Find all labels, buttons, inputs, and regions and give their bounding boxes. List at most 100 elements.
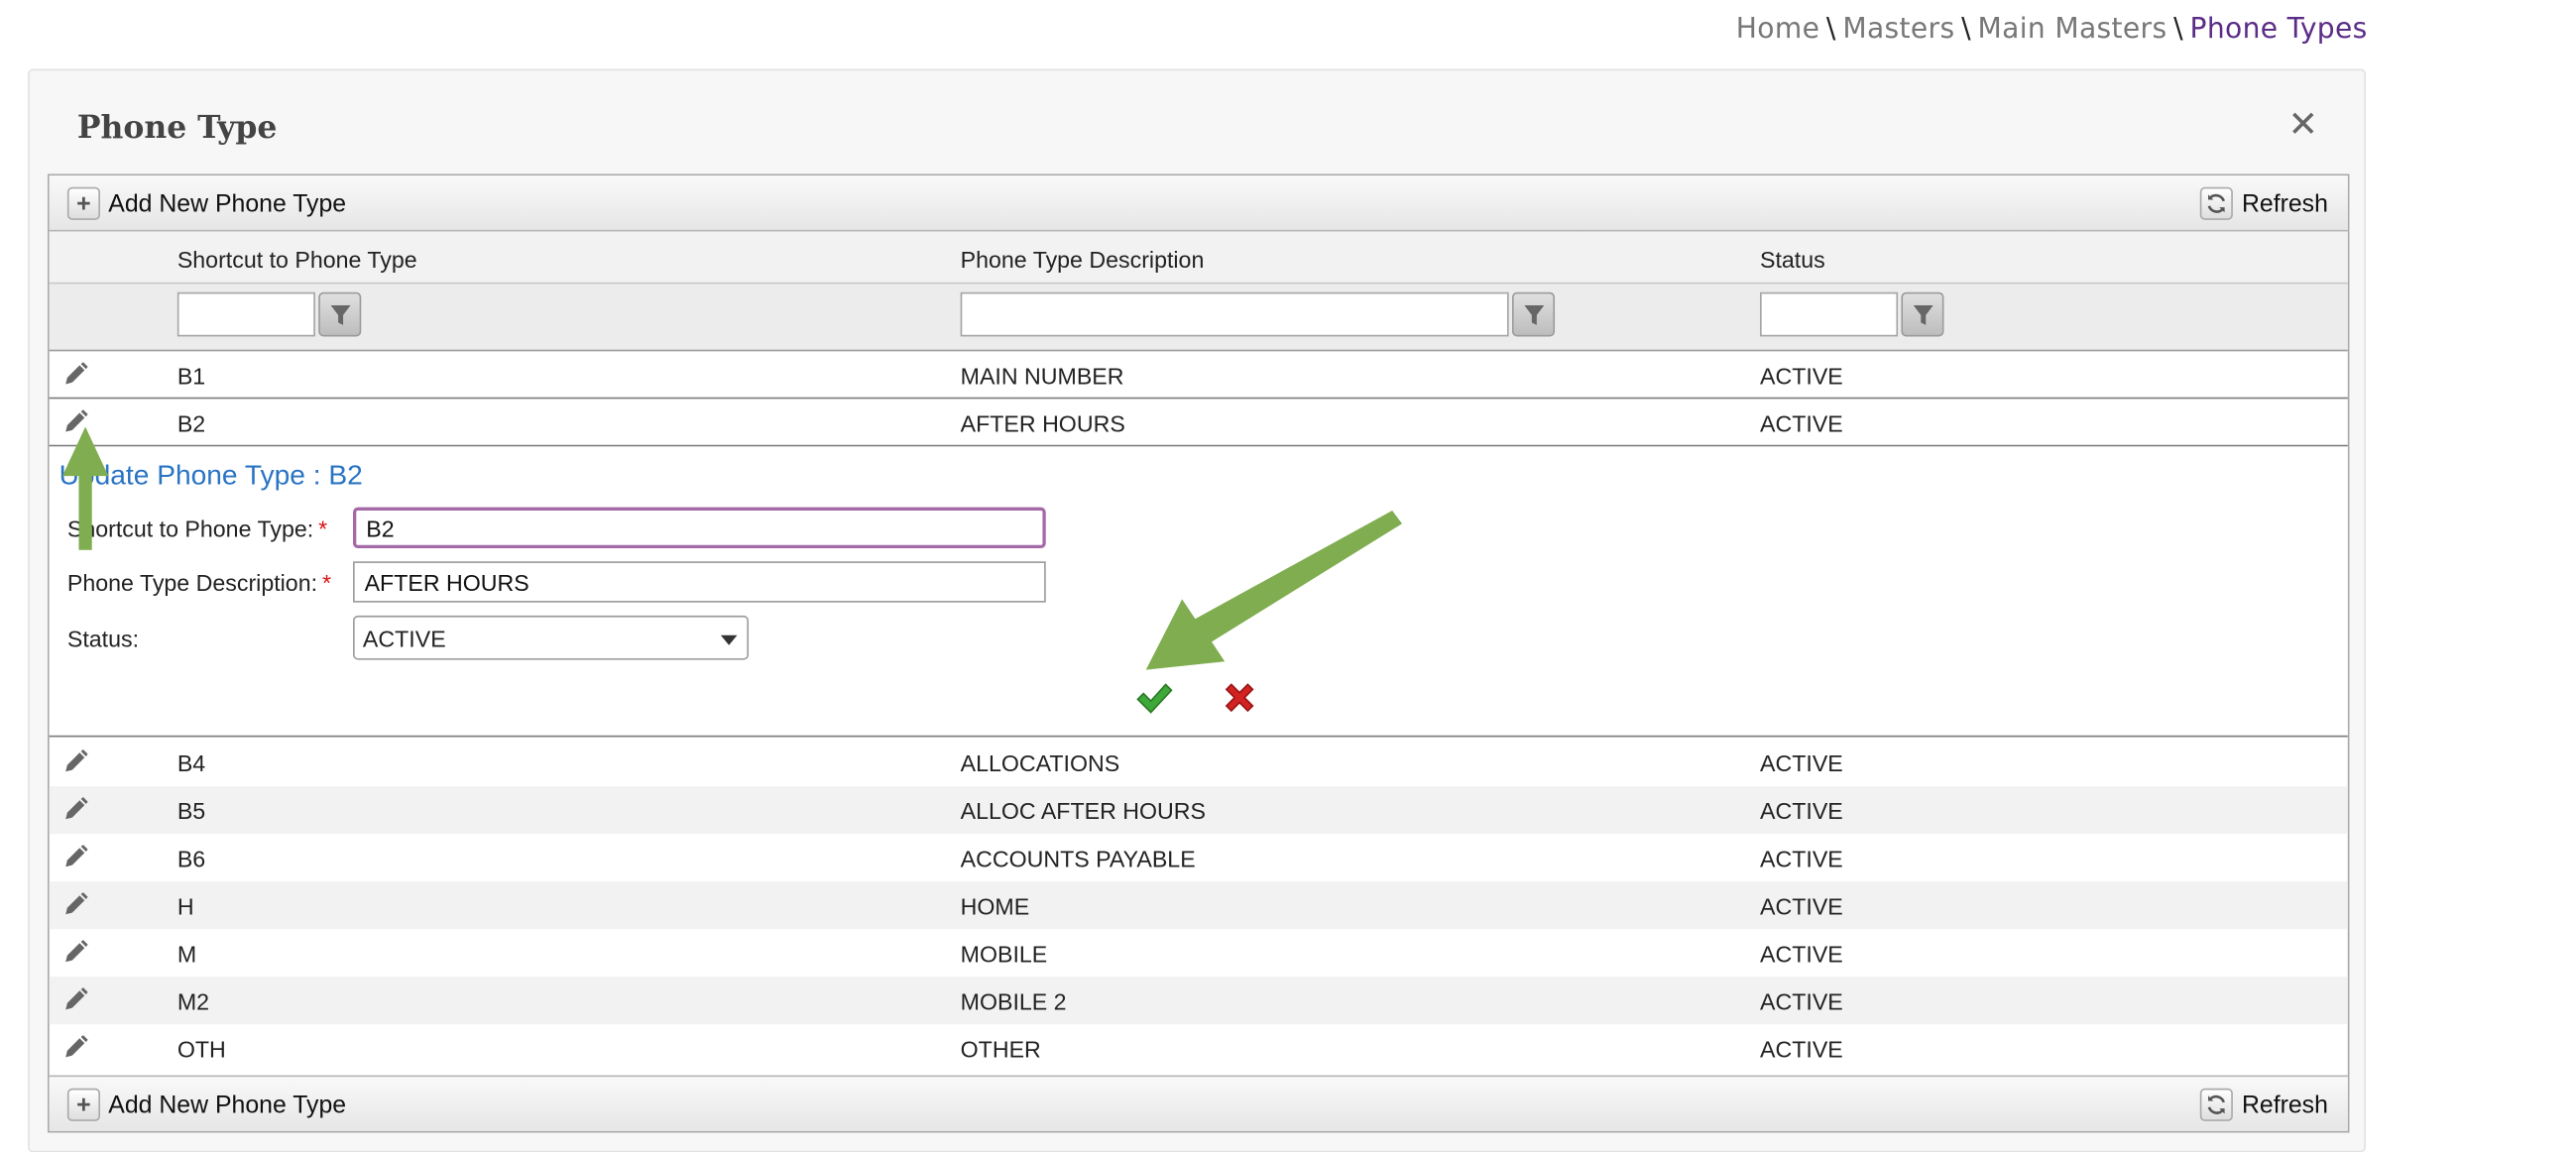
phone-type-panel: Phone Type ✕ + Add New Phone Type Refres…	[28, 68, 2367, 1152]
save-button[interactable]	[1134, 680, 1174, 721]
table-row: B1 MAIN NUMBER ACTIVE	[49, 351, 2348, 400]
cell-status: ACTIVE	[1760, 940, 1843, 968]
description-label-text: Phone Type Description:	[66, 569, 318, 597]
cell-description: MAIN NUMBER	[960, 362, 1124, 390]
cell-status: ACTIVE	[1760, 409, 1843, 437]
cell-status: ACTIVE	[1760, 1035, 1843, 1063]
refresh-button[interactable]: Refresh	[2200, 186, 2328, 220]
chevron-down-icon	[720, 634, 738, 645]
cell-shortcut: M2	[176, 987, 210, 1015]
cell-description: HOME	[960, 892, 1030, 920]
cell-status: ACTIVE	[1760, 797, 1843, 825]
edit-icon[interactable]	[60, 747, 90, 776]
status-filter-input[interactable]	[1760, 291, 1899, 337]
page-title: Phone Type	[76, 109, 278, 147]
edit-icon[interactable]	[60, 889, 90, 919]
cell-description: AFTER HOURS	[960, 409, 1125, 437]
shortcut-field[interactable]	[352, 507, 1046, 549]
plus-icon: +	[66, 1088, 101, 1121]
refresh-label: Refresh	[2241, 1091, 2328, 1119]
shortcut-filter-input[interactable]	[176, 291, 315, 337]
phone-type-grid: + Add New Phone Type Refresh Shortcut to…	[48, 173, 2350, 1133]
checkmark-icon	[1136, 683, 1173, 714]
breadcrumb-home[interactable]: Home	[1736, 13, 1819, 46]
table-row: B2 AFTER HOURS ACTIVE	[49, 399, 2348, 447]
breadcrumb-masters[interactable]: Masters	[1842, 13, 1954, 46]
cell-description: MOBILE 2	[960, 987, 1067, 1015]
grid-header: Shortcut to Phone Type Phone Type Descri…	[49, 231, 2348, 285]
cell-description: MOBILE	[960, 940, 1048, 968]
cell-status: ACTIVE	[1760, 892, 1843, 920]
edit-icon[interactable]	[60, 937, 90, 967]
description-label: Phone Type Description: *	[67, 570, 331, 596]
cell-shortcut: B5	[176, 797, 206, 825]
add-phone-type-button[interactable]: + Add New Phone Type	[66, 1088, 347, 1121]
filter-row	[49, 284, 2348, 352]
refresh-icon	[2200, 186, 2234, 220]
cell-status: ACTIVE	[1760, 987, 1843, 1015]
edit-icon[interactable]	[60, 984, 90, 1014]
cell-shortcut: B4	[176, 749, 206, 777]
breadcrumb-separator: \	[1961, 13, 1971, 47]
required-mark: *	[322, 569, 332, 597]
page: Home \ Masters \ Main Masters \ Phone Types Ph…	[0, 0, 2576, 1152]
shortcut-label: Shortcut to Phone Type: *	[67, 516, 327, 541]
cell-description: ACCOUNTS PAYABLE	[960, 845, 1196, 872]
filter-icon	[1523, 304, 1544, 325]
cancel-button[interactable]	[1222, 680, 1257, 721]
cell-shortcut: M	[176, 940, 197, 968]
add-phone-type-button[interactable]: + Add New Phone Type	[66, 186, 347, 220]
cancel-icon	[1225, 683, 1254, 713]
table-row: OTH OTHER ACTIVE	[50, 1024, 2348, 1072]
description-filter-button[interactable]	[1511, 291, 1556, 337]
cell-status: ACTIVE	[1760, 749, 1843, 777]
edit-icon[interactable]	[60, 1032, 90, 1062]
table-row: M2 MOBILE 2 ACTIVE	[49, 977, 2348, 1025]
edit-icon[interactable]	[60, 360, 90, 390]
close-icon[interactable]: ✕	[2287, 106, 2318, 143]
shortcut-label-text: Shortcut to Phone Type:	[66, 515, 314, 542]
add-phone-type-label: Add New Phone Type	[108, 1091, 347, 1119]
cell-description: ALLOCATIONS	[960, 749, 1120, 777]
cell-shortcut: H	[176, 892, 194, 920]
add-phone-type-label: Add New Phone Type	[108, 189, 347, 218]
table-row: B5 ALLOC AFTER HOURS ACTIVE	[49, 786, 2348, 835]
grid-toolbar-bottom: + Add New Phone Type Refresh	[49, 1075, 2348, 1131]
edit-icon[interactable]	[60, 842, 90, 871]
filter-icon	[1913, 304, 1932, 325]
breadcrumb-separator: \	[1825, 13, 1836, 47]
form-title: Update Phone Type : B2	[59, 459, 363, 492]
description-filter-input[interactable]	[960, 291, 1509, 337]
refresh-button[interactable]: Refresh	[2200, 1088, 2328, 1121]
refresh-label: Refresh	[2241, 189, 2328, 218]
description-field[interactable]	[352, 561, 1046, 603]
edit-icon[interactable]	[60, 407, 90, 437]
update-phone-type-form: Update Phone Type : B2 Shortcut to Phone…	[49, 446, 2348, 738]
status-label: Status:	[66, 625, 140, 652]
breadcrumb-current: Phone Types	[2189, 13, 2368, 47]
column-header-shortcut[interactable]: Shortcut to Phone Type	[177, 246, 417, 272]
breadcrumb-separator: \	[2173, 13, 2183, 47]
shortcut-filter-button[interactable]	[318, 291, 362, 337]
cell-shortcut: B6	[176, 845, 206, 872]
table-row: H HOME ACTIVE	[49, 881, 2348, 930]
grid-toolbar-top: + Add New Phone Type Refresh	[49, 175, 2348, 232]
breadcrumb: Home \ Masters \ Main Masters \ Phone Types	[1736, 13, 2368, 46]
edit-icon[interactable]	[60, 794, 90, 824]
table-row: B6 ACCOUNTS PAYABLE ACTIVE	[50, 834, 2348, 881]
breadcrumb-main-masters[interactable]: Main Masters	[1978, 13, 2167, 46]
table-row: B4 ALLOCATIONS ACTIVE	[50, 739, 2348, 786]
table-row: M MOBILE ACTIVE	[50, 929, 2348, 977]
cell-status: ACTIVE	[1760, 362, 1843, 390]
cell-status: ACTIVE	[1760, 845, 1843, 872]
status-select[interactable]: ACTIVE	[352, 615, 750, 660]
refresh-icon	[2200, 1088, 2234, 1121]
required-mark: *	[318, 515, 328, 542]
cell-shortcut: B1	[176, 362, 206, 390]
column-header-status[interactable]: Status	[1760, 246, 1825, 272]
plus-icon: +	[66, 186, 101, 220]
status-filter-button[interactable]	[1901, 291, 1944, 337]
cell-description: OTHER	[960, 1035, 1041, 1063]
status-select-value: ACTIVE	[362, 625, 446, 652]
column-header-description[interactable]: Phone Type Description	[961, 246, 1205, 272]
